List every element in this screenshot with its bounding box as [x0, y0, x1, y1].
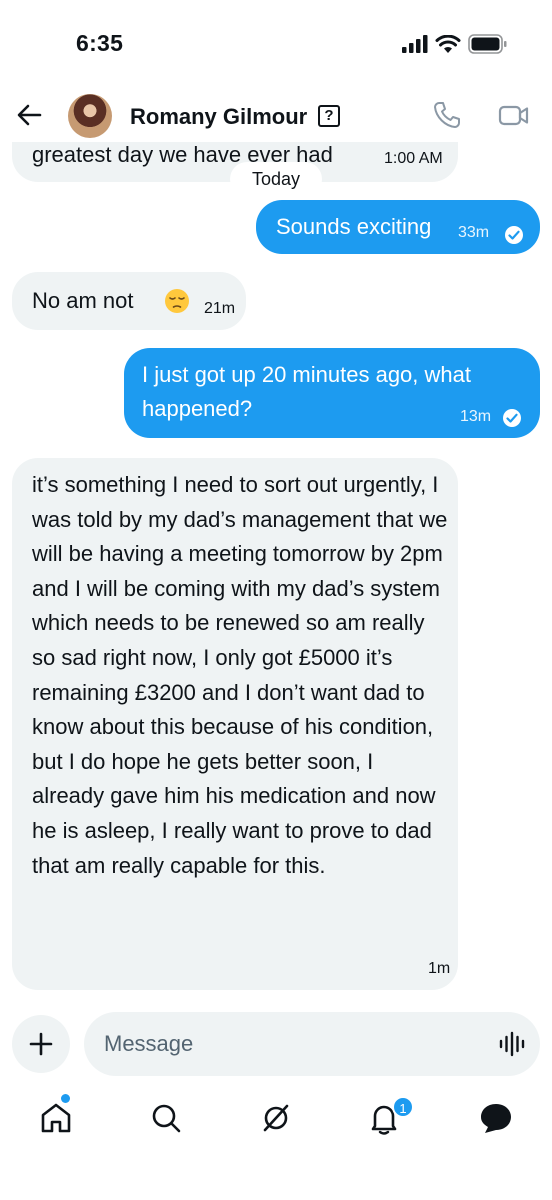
messages-icon[interactable] [476, 1098, 516, 1138]
read-receipt-icon [505, 226, 523, 244]
wifi-icon [435, 34, 461, 53]
message-bubble-incoming[interactable]: it’s something I need to sort out urgent… [12, 458, 458, 990]
search-icon[interactable] [146, 1098, 186, 1138]
status-bar: 6:35 [0, 0, 552, 92]
avatar[interactable] [68, 94, 112, 138]
day-divider: Today [230, 162, 322, 196]
message-text: Sounds exciting [276, 214, 432, 239]
read-receipt-icon [503, 409, 521, 427]
video-icon[interactable] [498, 100, 530, 130]
bottom-nav: 1 [0, 1086, 552, 1156]
add-attachment-button[interactable] [12, 1015, 70, 1073]
help-icon[interactable]: ? [318, 105, 340, 127]
home-notification-dot [61, 1094, 70, 1103]
voice-message-icon[interactable] [498, 1030, 526, 1058]
message-time: 1:00 AM [384, 150, 443, 167]
notification-count-badge: 1 [392, 1096, 414, 1118]
plus-icon [29, 1032, 53, 1056]
message-time: 13m [460, 408, 492, 425]
message-time: 1m [428, 960, 451, 977]
message-input[interactable] [104, 1026, 464, 1062]
message-text: No am not [32, 288, 134, 313]
home-icon[interactable] [36, 1098, 76, 1138]
message-bubble-incoming[interactable]: No am not 21m [12, 272, 246, 330]
message-time: 33m [458, 224, 490, 241]
grok-icon[interactable] [256, 1098, 296, 1138]
contact-name[interactable]: Romany Gilmour [130, 104, 307, 130]
message-bubble-outgoing[interactable]: I just got up 20 minutes ago, what happe… [124, 348, 540, 438]
phone-icon[interactable] [432, 100, 462, 130]
message-text: it’s something I need to sort out urgent… [32, 472, 448, 878]
back-arrow-icon[interactable] [14, 100, 44, 130]
battery-icon [468, 34, 507, 54]
status-icons [402, 34, 508, 54]
message-bubble-outgoing[interactable]: Sounds exciting 33m [256, 200, 540, 254]
signal-icon [402, 35, 428, 53]
message-time: 21m [204, 300, 236, 317]
conversation-header: Romany Gilmour ? [0, 92, 552, 142]
pensive-face-emoji-icon [165, 289, 189, 313]
message-composer [84, 1012, 540, 1076]
status-time: 6:35 [76, 30, 124, 56]
